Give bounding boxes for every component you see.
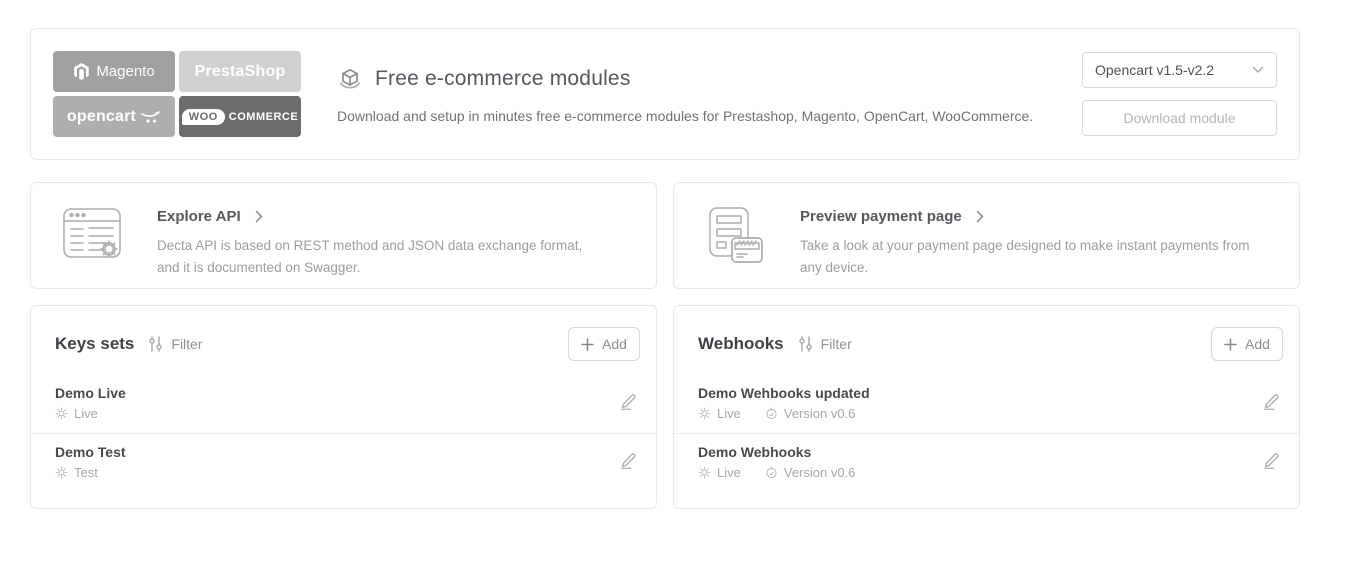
add-key-set-button[interactable]: Add	[568, 327, 640, 361]
api-docs-icon	[61, 205, 127, 288]
filter-label: Filter	[820, 336, 852, 352]
webhook-mode: Live	[717, 465, 741, 480]
webhook-name: Demo Wehbooks updated	[698, 385, 870, 401]
key-set-mode: Live	[74, 406, 98, 421]
filter-label: Filter	[171, 336, 203, 352]
webhook-row: Demo Webhooks Live Version v0.6	[674, 433, 1299, 492]
ecommerce-modules-card: Magento PrestaShop opencart WOO COMMERCE	[30, 28, 1300, 160]
add-webhook-button[interactable]: Add	[1211, 327, 1283, 361]
preview-payment-description: Take a look at your payment page designe…	[800, 238, 1250, 275]
keys-sets-filter[interactable]: Filter	[148, 336, 203, 352]
gear-icon	[698, 466, 711, 479]
key-set-row: Demo Live Live	[31, 375, 656, 433]
webhook-version: Version v0.6	[783, 465, 856, 480]
preview-payment-card: Preview payment page Take a look at your…	[673, 182, 1300, 289]
key-set-mode: Test	[74, 465, 98, 480]
filter-sliders-icon	[798, 336, 812, 352]
preview-payment-body: Preview payment page Take a look at your…	[800, 203, 1275, 288]
add-label: Add	[1245, 336, 1270, 352]
page-title: Free e-commerce modules	[375, 67, 631, 90]
edit-key-set-button[interactable]	[616, 389, 640, 417]
explore-api-body: Explore API Decta API is based on REST m…	[157, 203, 632, 288]
chevron-down-icon	[1252, 66, 1264, 73]
edit-pencil-icon	[621, 394, 636, 410]
edit-pencil-icon	[621, 453, 636, 469]
magento-icon	[74, 63, 90, 80]
webhooks-filter[interactable]: Filter	[798, 336, 852, 352]
plus-icon	[1224, 337, 1237, 351]
key-set-name: Demo Test	[55, 444, 126, 460]
merchant-dashboard: Magento PrestaShop opencart WOO COMMERCE	[0, 0, 1330, 509]
gear-icon	[55, 407, 68, 420]
prestashop-logo: PrestaShop	[179, 51, 301, 92]
preview-payment-title: Preview payment page	[800, 208, 962, 225]
explore-api-title: Explore API	[157, 208, 241, 225]
key-set-row: Demo Test Test	[31, 433, 656, 492]
keys-sets-title: Keys sets	[55, 334, 135, 353]
preview-payment-link[interactable]: Preview payment page	[800, 208, 1275, 225]
add-label: Add	[602, 336, 627, 352]
webhook-row: Demo Wehbooks updated Live Version v0.6	[674, 375, 1299, 433]
selected-version: Opencart v1.5-v2.2	[1095, 62, 1215, 78]
woocommerce-label: COMMERCE	[228, 110, 299, 123]
woo-badge: WOO	[181, 108, 225, 125]
edit-pencil-icon	[1264, 394, 1279, 410]
woocommerce-logo: WOO COMMERCE	[179, 96, 301, 137]
explore-api-description: Decta API is based on REST method and JS…	[157, 238, 583, 275]
modules-description: Download and setup in minutes free e-com…	[337, 108, 1034, 124]
magento-label: Magento	[96, 63, 155, 80]
platform-logos: Magento PrestaShop opencart WOO COMMERCE	[53, 51, 301, 137]
cart-icon	[141, 110, 160, 123]
filter-sliders-icon	[149, 336, 163, 352]
explore-api-card: Explore API Decta API is based on REST m…	[30, 182, 657, 289]
package-cube-icon	[339, 68, 361, 89]
plus-icon	[581, 337, 594, 351]
edit-pencil-icon	[1264, 453, 1279, 469]
edit-key-set-button[interactable]	[616, 448, 640, 476]
key-set-name: Demo Live	[55, 385, 126, 401]
payment-page-icon	[704, 205, 770, 288]
opencart-label: opencart	[66, 107, 137, 125]
version-clock-icon	[766, 466, 777, 479]
gear-icon	[698, 407, 711, 420]
magento-logo: Magento	[53, 51, 175, 92]
edit-webhook-button[interactable]	[1259, 448, 1283, 476]
download-module-button[interactable]: Download module	[1082, 100, 1277, 136]
webhook-name: Demo Webhooks	[698, 444, 812, 460]
gear-icon	[55, 466, 68, 479]
webhook-mode: Live	[717, 406, 741, 421]
keys-sets-card: Keys sets Filter Add Demo Live Live Demo…	[30, 305, 657, 509]
module-version-select[interactable]: Opencart v1.5-v2.2	[1082, 52, 1277, 88]
explore-api-link[interactable]: Explore API	[157, 208, 632, 225]
edit-webhook-button[interactable]	[1259, 389, 1283, 417]
chevron-right-icon	[976, 210, 983, 223]
webhooks-card: Webhooks Filter Add Demo Wehbooks update…	[673, 305, 1300, 509]
modules-text-block: Free e-commerce modules Download and set…	[337, 64, 1082, 124]
webhook-version: Version v0.6	[783, 406, 856, 421]
webhooks-title: Webhooks	[698, 334, 784, 353]
opencart-logo: opencart	[53, 96, 175, 137]
version-clock-icon	[766, 407, 777, 420]
prestashop-label: PrestaShop	[194, 62, 286, 80]
chevron-right-icon	[255, 210, 262, 223]
module-actions: Opencart v1.5-v2.2 Download module	[1082, 52, 1277, 136]
